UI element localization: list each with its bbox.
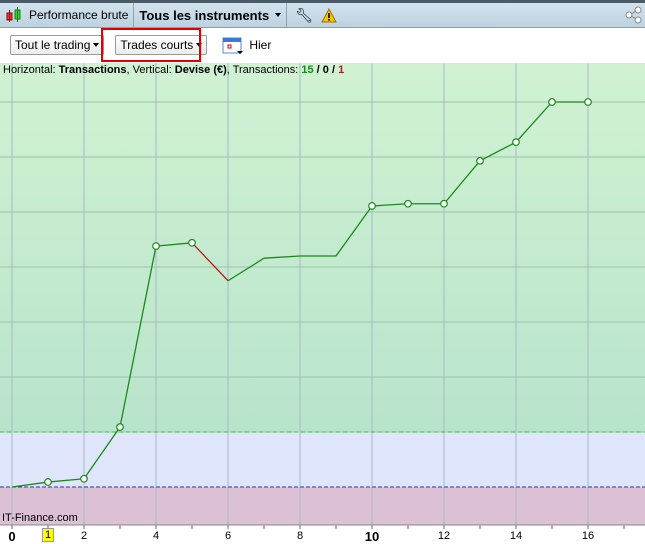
x-tick-label: 16	[581, 530, 595, 542]
date-label[interactable]: Hier	[249, 38, 271, 52]
loss-zone	[0, 487, 645, 525]
chart-info: Horizontal: Transactions, Vertical: Devi…	[3, 64, 345, 76]
data-point	[476, 156, 484, 165]
x-tick-label: 12	[437, 530, 451, 542]
win-count: 15	[301, 64, 314, 76]
x-tick-label: 8	[296, 530, 304, 542]
x-tick-label: 0	[8, 529, 16, 544]
data-point	[512, 138, 520, 147]
x-tick-label: 4	[152, 530, 160, 542]
top-bar: Performance brute Tous les instruments 🔧…	[0, 0, 645, 28]
candlestick-icon	[6, 7, 21, 22]
loss-count: 1	[338, 64, 345, 76]
performance-tab[interactable]: Performance brute	[0, 3, 135, 27]
filter-toolbar: Tout le trading Trades courts Hier	[0, 28, 645, 62]
x-tick-label: 14	[509, 530, 523, 542]
chevron-down-icon	[93, 43, 100, 47]
x-tick-label: 10	[364, 529, 380, 544]
highlight-box	[101, 28, 201, 62]
x-tick-label: 2	[80, 530, 88, 542]
data-point	[44, 478, 52, 486]
x-tick-label: 1	[41, 528, 55, 542]
data-point	[116, 423, 124, 431]
chevron-down-icon	[275, 13, 282, 17]
instruments-dropdown[interactable]: Tous les instruments	[134, 3, 288, 27]
performance-chart	[0, 63, 645, 529]
trading-filter-label: Tout le trading	[15, 38, 91, 52]
trading-filter-dropdown[interactable]: Tout le trading	[10, 35, 105, 55]
data-point	[404, 199, 412, 208]
calendar-icon[interactable]	[222, 35, 244, 55]
warning-icon[interactable]	[321, 7, 337, 23]
wrench-icon[interactable]: 🔧︎	[287, 7, 321, 24]
brand-watermark: IT-Finance.com	[2, 512, 78, 524]
data-point	[80, 474, 88, 483]
data-point	[440, 199, 448, 208]
data-point	[368, 202, 376, 210]
data-point	[188, 238, 196, 247]
data-point	[152, 242, 160, 251]
x-tick-label: 6	[224, 530, 232, 542]
data-point	[548, 98, 556, 106]
data-point	[584, 98, 592, 106]
title: Performance brute	[29, 8, 129, 22]
instruments-label: Tous les instruments	[139, 7, 270, 23]
share-icon[interactable]	[625, 6, 643, 24]
